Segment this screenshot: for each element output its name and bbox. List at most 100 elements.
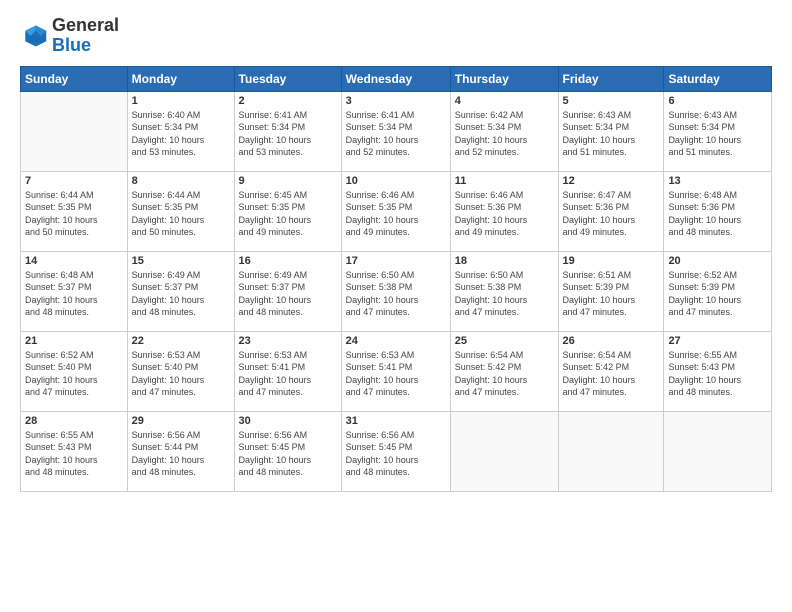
weekday-header: Saturday	[664, 66, 772, 91]
day-info: Sunrise: 6:50 AMSunset: 5:38 PMDaylight:…	[455, 269, 554, 319]
calendar-cell: 19 Sunrise: 6:51 AMSunset: 5:39 PMDayligh…	[558, 251, 664, 331]
day-info: Sunrise: 6:50 AMSunset: 5:38 PMDaylight:…	[346, 269, 446, 319]
day-info: Sunrise: 6:43 AMSunset: 5:34 PMDaylight:…	[563, 109, 660, 159]
day-info: Sunrise: 6:53 AMSunset: 5:40 PMDaylight:…	[132, 349, 230, 399]
day-number: 28	[25, 415, 123, 427]
calendar-cell: 15 Sunrise: 6:49 AMSunset: 5:37 PMDayligh…	[127, 251, 234, 331]
day-number: 20	[668, 255, 767, 267]
day-number: 5	[563, 95, 660, 107]
logo-line2: Blue	[52, 36, 119, 56]
calendar-cell: 21 Sunrise: 6:52 AMSunset: 5:40 PMDayligh…	[21, 331, 128, 411]
day-info: Sunrise: 6:54 AMSunset: 5:42 PMDaylight:…	[563, 349, 660, 399]
logo-line1: General	[52, 16, 119, 36]
day-number: 25	[455, 335, 554, 347]
day-number: 1	[132, 95, 230, 107]
weekday-header: Sunday	[21, 66, 128, 91]
calendar-week-row: 7 Sunrise: 6:44 AMSunset: 5:35 PMDaylight…	[21, 171, 772, 251]
day-info: Sunrise: 6:52 AMSunset: 5:39 PMDaylight:…	[668, 269, 767, 319]
day-info: Sunrise: 6:41 AMSunset: 5:34 PMDaylight:…	[239, 109, 337, 159]
calendar-week-row: 14 Sunrise: 6:48 AMSunset: 5:37 PMDayligh…	[21, 251, 772, 331]
day-number: 4	[455, 95, 554, 107]
weekday-header: Thursday	[450, 66, 558, 91]
day-info: Sunrise: 6:47 AMSunset: 5:36 PMDaylight:…	[563, 189, 660, 239]
calendar-header-row: SundayMondayTuesdayWednesdayThursdayFrid…	[21, 66, 772, 91]
day-info: Sunrise: 6:51 AMSunset: 5:39 PMDaylight:…	[563, 269, 660, 319]
day-number: 14	[25, 255, 123, 267]
calendar-cell: 2Sunrise: 6:41 AMSunset: 5:34 PMDaylight…	[234, 91, 341, 171]
day-number: 26	[563, 335, 660, 347]
calendar-cell: 26 Sunrise: 6:54 AMSunset: 5:42 PMDayligh…	[558, 331, 664, 411]
calendar-cell: 8Sunrise: 6:44 AMSunset: 5:35 PMDaylight…	[127, 171, 234, 251]
day-info: Sunrise: 6:46 AMSunset: 5:36 PMDaylight:…	[455, 189, 554, 239]
day-info: Sunrise: 6:43 AMSunset: 5:34 PMDaylight:…	[668, 109, 767, 159]
calendar-cell	[558, 411, 664, 491]
calendar-cell: 12 Sunrise: 6:47 AMSunset: 5:36 PMDayligh…	[558, 171, 664, 251]
calendar-cell: 3 Sunrise: 6:41 AMSunset: 5:34 PMDaylight…	[341, 91, 450, 171]
day-number: 10	[346, 175, 446, 187]
day-info: Sunrise: 6:41 AMSunset: 5:34 PMDaylight:…	[346, 109, 446, 159]
day-number: 11	[455, 175, 554, 187]
day-info: Sunrise: 6:48 AMSunset: 5:36 PMDaylight:…	[668, 189, 767, 239]
calendar-cell: 13 Sunrise: 6:48 AMSunset: 5:36 PMDayligh…	[664, 171, 772, 251]
calendar-cell: 14 Sunrise: 6:48 AMSunset: 5:37 PMDayligh…	[21, 251, 128, 331]
day-info: Sunrise: 6:56 AMSunset: 5:45 PMDaylight:…	[239, 429, 337, 479]
calendar-cell: 30 Sunrise: 6:56 AMSunset: 5:45 PMDayligh…	[234, 411, 341, 491]
day-number: 22	[132, 335, 230, 347]
day-info: Sunrise: 6:53 AMSunset: 5:41 PMDaylight:…	[346, 349, 446, 399]
day-number: 24	[346, 335, 446, 347]
weekday-header: Monday	[127, 66, 234, 91]
day-number: 13	[668, 175, 767, 187]
day-number: 21	[25, 335, 123, 347]
day-info: Sunrise: 6:49 AMSunset: 5:37 PMDaylight:…	[132, 269, 230, 319]
calendar-cell: 23 Sunrise: 6:53 AMSunset: 5:41 PMDayligh…	[234, 331, 341, 411]
calendar-cell: 24 Sunrise: 6:53 AMSunset: 5:41 PMDayligh…	[341, 331, 450, 411]
calendar-cell	[21, 91, 128, 171]
day-info: Sunrise: 6:54 AMSunset: 5:42 PMDaylight:…	[455, 349, 554, 399]
calendar-week-row: 1 Sunrise: 6:40 AMSunset: 5:34 PMDaylight…	[21, 91, 772, 171]
calendar: SundayMondayTuesdayWednesdayThursdayFrid…	[20, 66, 772, 492]
calendar-cell: 11 Sunrise: 6:46 AMSunset: 5:36 PMDayligh…	[450, 171, 558, 251]
day-number: 19	[563, 255, 660, 267]
day-number: 3	[346, 95, 446, 107]
calendar-cell: 29 Sunrise: 6:56 AMSunset: 5:44 PMDayligh…	[127, 411, 234, 491]
day-info: Sunrise: 6:55 AMSunset: 5:43 PMDaylight:…	[668, 349, 767, 399]
calendar-cell: 28Sunrise: 6:55 AMSunset: 5:43 PMDayligh…	[21, 411, 128, 491]
day-info: Sunrise: 6:46 AMSunset: 5:35 PMDaylight:…	[346, 189, 446, 239]
calendar-cell: 6 Sunrise: 6:43 AMSunset: 5:34 PMDaylight…	[664, 91, 772, 171]
day-number: 12	[563, 175, 660, 187]
calendar-week-row: 28Sunrise: 6:55 AMSunset: 5:43 PMDayligh…	[21, 411, 772, 491]
weekday-header: Friday	[558, 66, 664, 91]
calendar-cell	[664, 411, 772, 491]
day-info: Sunrise: 6:44 AMSunset: 5:35 PMDaylight:…	[132, 189, 230, 239]
day-info: Sunrise: 6:48 AMSunset: 5:37 PMDaylight:…	[25, 269, 123, 319]
day-info: Sunrise: 6:40 AMSunset: 5:34 PMDaylight:…	[132, 109, 230, 159]
calendar-cell: 18Sunrise: 6:50 AMSunset: 5:38 PMDayligh…	[450, 251, 558, 331]
day-number: 30	[239, 415, 337, 427]
calendar-cell: 25 Sunrise: 6:54 AMSunset: 5:42 PMDayligh…	[450, 331, 558, 411]
day-number: 7	[25, 175, 123, 187]
day-info: Sunrise: 6:56 AMSunset: 5:45 PMDaylight:…	[346, 429, 446, 479]
day-number: 16	[239, 255, 337, 267]
calendar-cell: 20 Sunrise: 6:52 AMSunset: 5:39 PMDayligh…	[664, 251, 772, 331]
calendar-cell: 17Sunrise: 6:50 AMSunset: 5:38 PMDayligh…	[341, 251, 450, 331]
header: General Blue	[20, 16, 772, 56]
day-number: 9	[239, 175, 337, 187]
calendar-cell: 1 Sunrise: 6:40 AMSunset: 5:34 PMDaylight…	[127, 91, 234, 171]
day-number: 23	[239, 335, 337, 347]
day-number: 15	[132, 255, 230, 267]
calendar-cell: 5 Sunrise: 6:43 AMSunset: 5:34 PMDaylight…	[558, 91, 664, 171]
calendar-cell	[450, 411, 558, 491]
day-number: 6	[668, 95, 767, 107]
calendar-cell: 9 Sunrise: 6:45 AMSunset: 5:35 PMDaylight…	[234, 171, 341, 251]
logo-icon	[20, 22, 48, 50]
day-info: Sunrise: 6:45 AMSunset: 5:35 PMDaylight:…	[239, 189, 337, 239]
day-info: Sunrise: 6:56 AMSunset: 5:44 PMDaylight:…	[132, 429, 230, 479]
weekday-header: Wednesday	[341, 66, 450, 91]
calendar-cell: 7Sunrise: 6:44 AMSunset: 5:35 PMDaylight…	[21, 171, 128, 251]
calendar-cell: 16Sunrise: 6:49 AMSunset: 5:37 PMDayligh…	[234, 251, 341, 331]
day-info: Sunrise: 6:52 AMSunset: 5:40 PMDaylight:…	[25, 349, 123, 399]
day-number: 29	[132, 415, 230, 427]
calendar-week-row: 21 Sunrise: 6:52 AMSunset: 5:40 PMDayligh…	[21, 331, 772, 411]
day-number: 31	[346, 415, 446, 427]
day-info: Sunrise: 6:53 AMSunset: 5:41 PMDaylight:…	[239, 349, 337, 399]
